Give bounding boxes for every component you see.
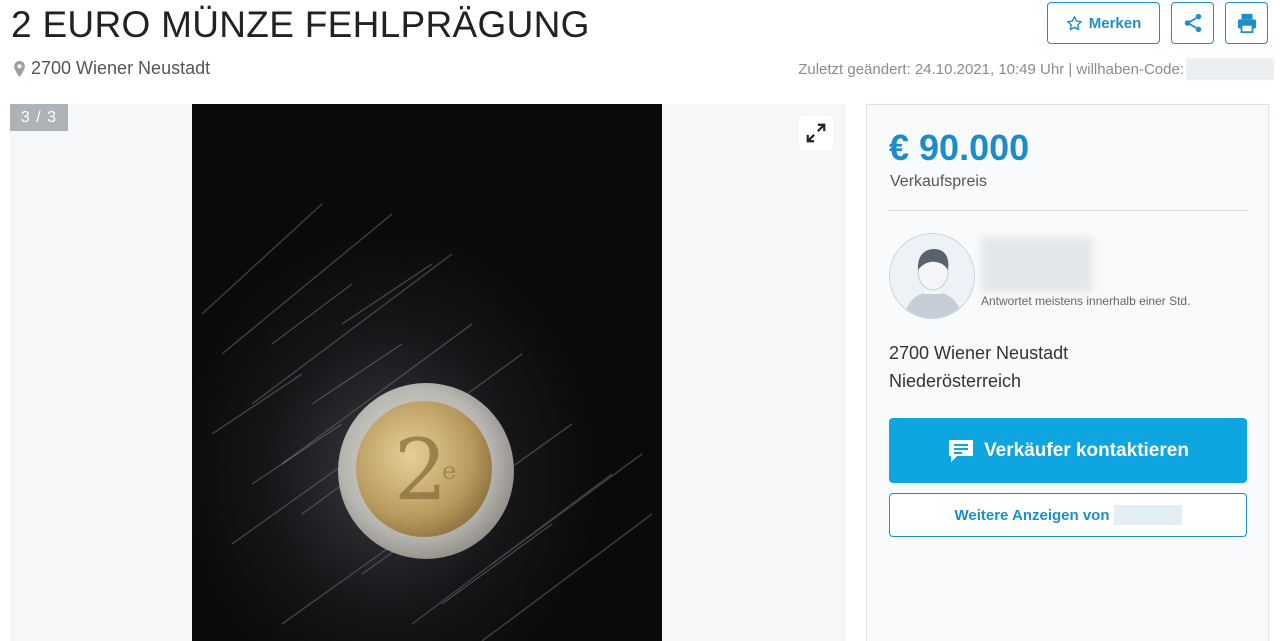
image-gallery[interactable]: 3 / 3 2 e (10, 104, 846, 641)
more-listings-button[interactable]: Weitere Anzeigen von (889, 493, 1247, 537)
share-button[interactable] (1171, 2, 1214, 44)
listing-photo[interactable]: 2 e (192, 104, 662, 641)
print-button[interactable] (1225, 2, 1268, 44)
listing-actions: Merken (1047, 2, 1268, 44)
seller-panel: € 90.000 Verkaufspreis Antwortet meisten… (866, 104, 1269, 641)
user-avatar-icon (890, 234, 974, 318)
print-icon (1237, 13, 1256, 34)
listing-title: 2 EURO MÜNZE FEHLPRÄGUNG (11, 4, 590, 45)
merken-button[interactable]: Merken (1047, 2, 1160, 44)
seller-address-region: Niederösterreich (889, 371, 1022, 391)
divider (889, 210, 1247, 211)
seller-name-redacted[interactable] (981, 237, 1093, 293)
listing-code-redacted (1186, 58, 1274, 80)
fullscreen-button[interactable] (799, 116, 833, 150)
price: € 90.000 (889, 127, 1030, 168)
seller-name-redacted-inline (1113, 505, 1182, 525)
response-time: Antwortet meistens innerhalb einer Std. (981, 294, 1191, 308)
image-counter: 3 / 3 (10, 104, 68, 131)
svg-text:2: 2 (394, 421, 447, 519)
seller-avatar[interactable] (889, 233, 975, 319)
price-label: Verkaufspreis (890, 173, 987, 190)
map-pin-icon (14, 60, 25, 77)
svg-text:e: e (442, 457, 456, 485)
listing-meta: Zuletzt geändert: 24.10.2021, 10:49 Uhr … (798, 61, 1184, 78)
expand-icon (806, 123, 826, 143)
coin-photo-image: 2 e (192, 104, 662, 641)
merken-label: Merken (1088, 14, 1142, 32)
listing-location: 2700 Wiener Neustadt (14, 58, 210, 79)
contact-seller-button[interactable]: Verkäufer kontaktieren (889, 418, 1247, 483)
star-icon (1066, 15, 1082, 30)
contact-seller-label: Verkäufer kontaktieren (984, 439, 1189, 461)
chat-icon (949, 439, 974, 462)
more-listings-label: Weitere Anzeigen von (954, 506, 1110, 524)
share-icon (1184, 13, 1201, 33)
location-text: 2700 Wiener Neustadt (31, 58, 211, 78)
seller-address-city: 2700 Wiener Neustadt (889, 343, 1069, 363)
